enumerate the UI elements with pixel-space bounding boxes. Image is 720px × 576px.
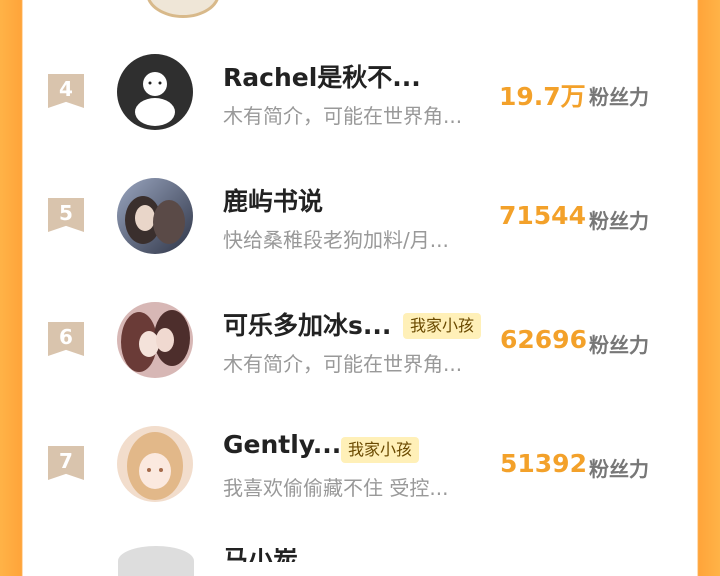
avatar[interactable] — [117, 54, 193, 130]
my-kid-tag: 我家小孩 — [341, 437, 420, 463]
user-name[interactable]: Rachel是秋不... — [223, 58, 421, 94]
list-item[interactable]: 5 鹿屿书说 快给桑稚段老狗加料/月... 71544 粉丝力 — [23, 172, 697, 282]
avatar[interactable] — [117, 178, 193, 254]
ranking-card: 4 Rachel是秋不... 木有简介，可能在世界角... 19.7万 粉丝力 … — [23, 0, 697, 576]
user-desc: 我喜欢偷偷藏不住 受控... — [223, 476, 449, 500]
avatar-image — [117, 302, 193, 378]
user-desc: 木有简介，可能在世界角... — [223, 352, 463, 376]
default-avatar-icon — [117, 54, 193, 130]
avatar[interactable] — [117, 426, 193, 502]
rank-badge: 6 — [48, 322, 84, 356]
user-desc: 木有简介，可能在世界角... — [223, 104, 463, 128]
fan-power-label: 粉丝力 — [589, 457, 649, 481]
fan-power-label: 粉丝力 — [589, 85, 649, 109]
fan-count: 51392 — [500, 449, 587, 478]
fan-power-label: 粉丝力 — [589, 209, 649, 233]
list-item[interactable]: 6 可乐多加冰s... 我家小孩 木有简介，可能在世界角... 62696 粉丝… — [23, 296, 697, 406]
avatar-partial-bottom[interactable] — [118, 546, 194, 576]
fan-count: 62696 — [500, 325, 587, 354]
user-desc: 快给桑稚段老狗加料/月... — [223, 228, 449, 252]
user-name-partial[interactable]: 马小炭 — [223, 548, 333, 562]
rank-badge: 5 — [48, 198, 84, 232]
avatar-image — [117, 426, 193, 502]
fan-count: 19.7万 — [499, 82, 586, 111]
list-item[interactable]: 7 Gently... 我家小孩 我喜欢偷偷藏不住 受控... 51392 粉丝… — [23, 420, 697, 530]
fan-power-label: 粉丝力 — [589, 333, 649, 357]
avatar-image — [117, 178, 193, 254]
user-name[interactable]: Gently... — [223, 430, 341, 459]
avatar[interactable] — [117, 302, 193, 378]
rank-badge: 4 — [48, 74, 84, 108]
user-name[interactable]: 可乐多加冰s... — [223, 306, 391, 342]
my-kid-tag: 我家小孩 — [403, 313, 482, 339]
rank-badge: 7 — [48, 446, 84, 480]
avatar-partial-top[interactable] — [146, 0, 220, 18]
user-name[interactable]: 鹿屿书说 — [223, 182, 323, 218]
list-item[interactable]: 4 Rachel是秋不... 木有简介，可能在世界角... 19.7万 粉丝力 — [23, 48, 697, 158]
fan-count: 71544 — [499, 201, 586, 230]
